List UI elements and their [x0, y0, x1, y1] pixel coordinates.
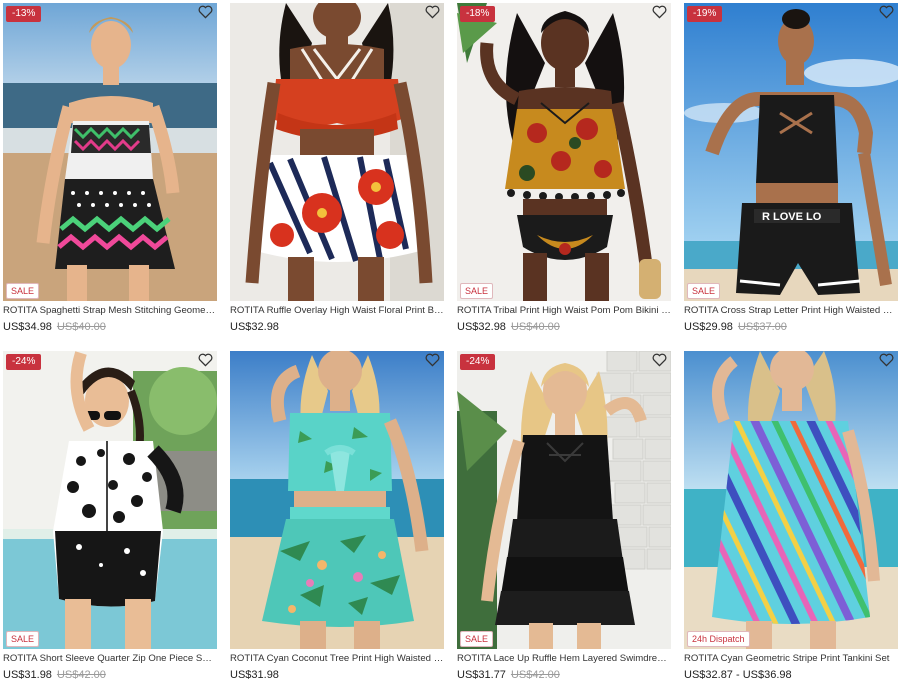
product-card[interactable]: -18% SALE ROTITA Tribal Print High Waist…: [457, 3, 671, 334]
product-title[interactable]: ROTITA Cyan Coconut Tree Print High Wais…: [230, 653, 444, 665]
product-photo: [457, 351, 671, 649]
price-row: US$31.98: [230, 669, 444, 682]
sale-tag: SALE: [6, 283, 40, 299]
discount-badge: -19%: [687, 6, 723, 22]
sale-tag: SALE: [6, 631, 40, 647]
product-card[interactable]: ROTITA Cyan Coconut Tree Print High Wais…: [230, 351, 444, 682]
original-price: US$40.00: [510, 321, 560, 333]
wishlist-heart-icon[interactable]: [425, 353, 440, 367]
product-photo: [457, 3, 671, 301]
original-price: US$42.00: [56, 669, 106, 681]
wishlist-heart-icon[interactable]: [879, 353, 894, 367]
current-price: US$31.77: [457, 669, 506, 681]
product-image[interactable]: -13% SALE: [3, 3, 217, 301]
product-image[interactable]: -24% SALE: [3, 351, 217, 649]
product-image[interactable]: R LOVE LO -19% SALE: [684, 3, 898, 301]
discount-badge: -18%: [460, 6, 496, 22]
product-photo: [684, 351, 898, 649]
product-image[interactable]: -18% SALE: [457, 3, 671, 301]
product-image[interactable]: [230, 351, 444, 649]
product-photo: [230, 3, 444, 301]
wishlist-heart-icon[interactable]: [652, 5, 667, 19]
wishlist-heart-icon[interactable]: [879, 5, 894, 19]
sale-tag: SALE: [460, 631, 494, 647]
product-title[interactable]: ROTITA Spaghetti Strap Mesh Stitching Ge…: [3, 305, 217, 317]
discount-badge: -13%: [6, 6, 42, 22]
price-row: US$29.98 US$37.00: [684, 321, 898, 334]
current-price: US$34.98: [3, 321, 52, 333]
sale-tag: SALE: [460, 283, 494, 299]
product-photo: [230, 351, 444, 649]
product-card[interactable]: ROTITA Ruffle Overlay High Waist Floral …: [230, 3, 444, 334]
wishlist-heart-icon[interactable]: [198, 353, 213, 367]
product-image[interactable]: -24% SALE: [457, 351, 671, 649]
wishlist-heart-icon[interactable]: [652, 353, 667, 367]
product-image[interactable]: 24h Dispatch: [684, 351, 898, 649]
wishlist-heart-icon[interactable]: [425, 5, 440, 19]
current-price: US$32.98: [457, 321, 506, 333]
discount-badge: -24%: [6, 354, 42, 370]
product-card[interactable]: R LOVE LO -19% SALE ROTITA Cross Strap L…: [684, 3, 898, 334]
wishlist-heart-icon[interactable]: [198, 5, 213, 19]
product-title[interactable]: ROTITA Tribal Print High Waist Pom Pom B…: [457, 305, 671, 317]
product-title[interactable]: ROTITA Short Sleeve Quarter Zip One Piec…: [3, 653, 217, 665]
product-photo: [3, 3, 217, 301]
current-price: US$32.98: [230, 321, 279, 333]
product-photo: R LOVE LO: [684, 3, 898, 301]
sale-tag: SALE: [687, 283, 721, 299]
original-price: US$40.00: [56, 321, 106, 333]
dispatch-tag: 24h Dispatch: [687, 631, 750, 647]
original-price: US$37.00: [737, 321, 787, 333]
product-card[interactable]: -24% SALE ROTITA Lace Up Ruffle Hem Laye…: [457, 351, 671, 682]
product-title[interactable]: ROTITA Ruffle Overlay High Waist Floral …: [230, 305, 444, 317]
original-price: US$42.00: [510, 669, 560, 681]
current-price: US$31.98: [3, 669, 52, 681]
product-title[interactable]: ROTITA Lace Up Ruffle Hem Layered Swimdr…: [457, 653, 671, 665]
discount-badge: -24%: [460, 354, 496, 370]
product-title[interactable]: ROTITA Cyan Geometric Stripe Print Tanki…: [684, 653, 898, 665]
svg-text:R LOVE LO: R LOVE LO: [762, 211, 822, 223]
current-price: US$32.87 - US$36.98: [684, 669, 792, 681]
price-row: US$31.98 US$42.00: [3, 669, 217, 682]
product-card[interactable]: -13% SALE ROTITA Spaghetti Strap Mesh St…: [3, 3, 217, 334]
price-row: US$32.98 US$40.00: [457, 321, 671, 334]
price-row: US$31.77 US$42.00: [457, 669, 671, 682]
product-photo: [3, 351, 217, 649]
current-price: US$31.98: [230, 669, 279, 681]
product-card[interactable]: 24h Dispatch ROTITA Cyan Geometric Strip…: [684, 351, 898, 682]
price-row: US$32.87 - US$36.98: [684, 669, 898, 682]
price-row: US$32.98: [230, 321, 444, 334]
product-image[interactable]: [230, 3, 444, 301]
product-title[interactable]: ROTITA Cross Strap Letter Print High Wai…: [684, 305, 898, 317]
price-row: US$34.98 US$40.00: [3, 321, 217, 334]
product-card[interactable]: -24% SALE ROTITA Short Sleeve Quarter Zi…: [3, 351, 217, 682]
product-grid: -13% SALE ROTITA Spaghetti Strap Mesh St…: [0, 0, 900, 685]
current-price: US$29.98: [684, 321, 733, 333]
